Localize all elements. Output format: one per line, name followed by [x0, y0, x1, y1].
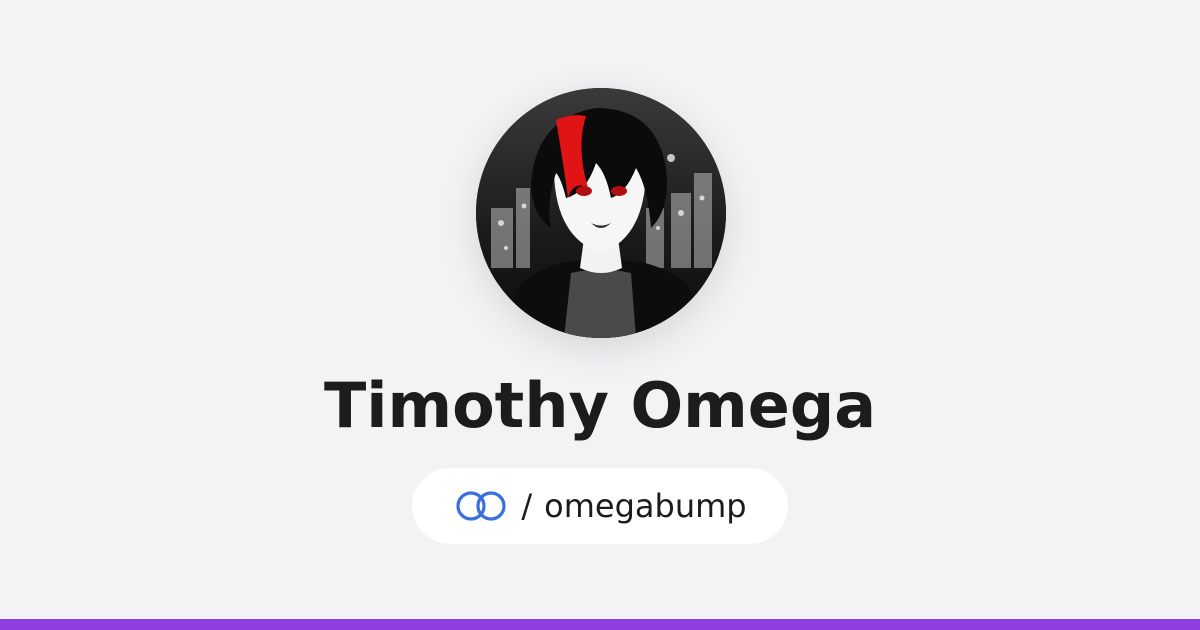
- handle-text: omegabump: [544, 487, 747, 525]
- handle-separator: /: [521, 487, 533, 525]
- avatar-image: [476, 88, 726, 338]
- accent-bar: [0, 619, 1200, 630]
- profile-card: Timothy Omega / omegabump: [0, 0, 1200, 630]
- profile-name: Timothy Omega: [323, 369, 877, 442]
- avatar[interactable]: [476, 88, 726, 338]
- handle-link[interactable]: / omegabump: [412, 468, 788, 544]
- linked-rings-icon: [453, 488, 509, 524]
